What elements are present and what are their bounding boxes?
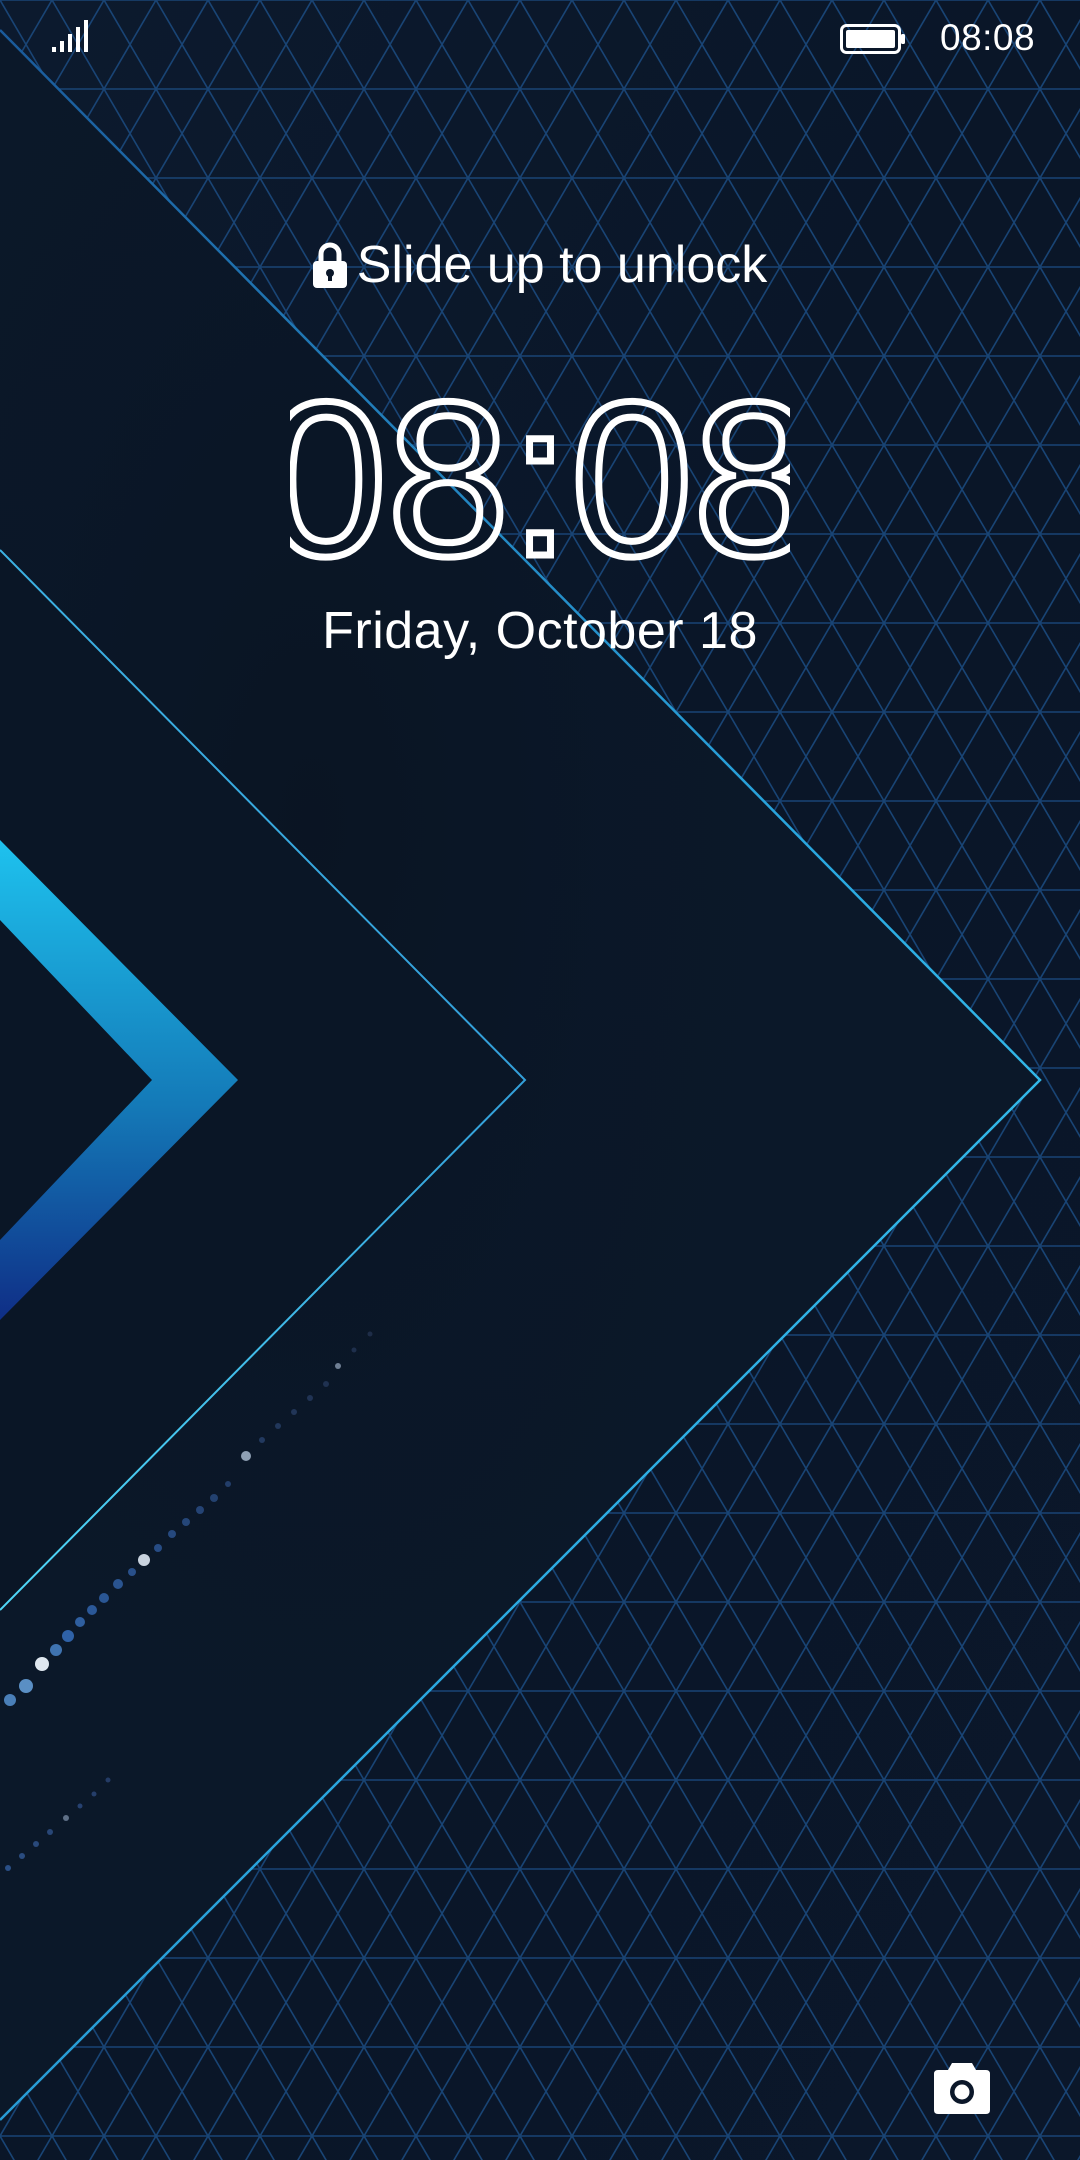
lock-icon: [312, 242, 347, 288]
clock-display: 08:08: [290, 372, 790, 572]
status-time: 08:08: [940, 17, 1036, 58]
unlock-hint: Slide up to unlock: [0, 230, 1080, 300]
wallpaper: [0, 0, 1080, 2160]
unlock-hint-text: Slide up to unlock: [356, 236, 768, 294]
battery-full-icon: [840, 24, 905, 54]
clock: 08:08: [0, 372, 1080, 572]
lock-screen[interactable]: 08:08 Slide up to unlock 08:08 Friday, O…: [0, 0, 1080, 2160]
camera-icon[interactable]: [930, 2060, 994, 2116]
clock-time: 08:08: [290, 372, 790, 572]
date: Friday, October 18: [322, 602, 758, 660]
signal-bars-icon: [52, 20, 88, 52]
status-bar: 08:08: [0, 0, 1080, 80]
